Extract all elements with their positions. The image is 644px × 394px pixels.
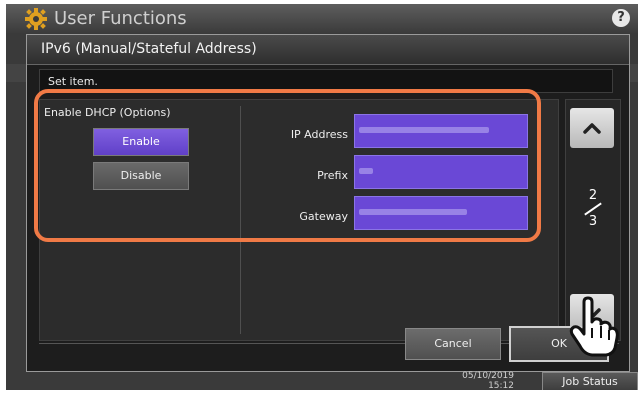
instruction-bar: Set item. bbox=[39, 69, 613, 93]
touch-screen: User Functions ? IPv6 (Manual/Stateful A… bbox=[6, 4, 638, 390]
job-status-button[interactable]: Job Status bbox=[542, 372, 638, 390]
total-pages: 3 bbox=[588, 214, 598, 229]
help-icon[interactable]: ? bbox=[612, 9, 630, 27]
gateway-value bbox=[359, 209, 467, 215]
chevron-up-icon bbox=[583, 123, 601, 134]
settings-panel: Enable DHCP (Options) Enable Disable IP … bbox=[39, 99, 559, 341]
prefix-label: Prefix bbox=[317, 169, 348, 182]
disable-button[interactable]: Disable bbox=[93, 162, 189, 190]
prefix-value bbox=[359, 168, 373, 174]
status-datetime: 05/10/2019 15:12 bbox=[454, 371, 514, 390]
ip-address-label: IP Address bbox=[290, 128, 348, 141]
ipv6-dialog: IPv6 (Manual/Stateful Address) Set item.… bbox=[26, 34, 630, 372]
page-up-button[interactable] bbox=[570, 108, 614, 148]
current-page: 2 bbox=[588, 188, 598, 203]
gateway-label: Gateway bbox=[299, 210, 348, 223]
gear-icon bbox=[25, 8, 47, 30]
cancel-button[interactable]: Cancel bbox=[405, 328, 501, 360]
prefix-field[interactable] bbox=[354, 155, 528, 189]
status-time: 15:12 bbox=[488, 381, 514, 390]
enable-button[interactable]: Enable bbox=[93, 128, 189, 156]
dialog-title: IPv6 (Manual/Stateful Address) bbox=[41, 41, 257, 57]
app-title-bar: User Functions ? bbox=[6, 4, 638, 34]
gateway-field[interactable] bbox=[354, 196, 528, 230]
ip-address-field[interactable] bbox=[354, 114, 528, 148]
ip-address-value bbox=[359, 127, 489, 133]
background-tab-left bbox=[6, 64, 26, 82]
instruction-text: Set item. bbox=[48, 75, 98, 88]
dialog-title-bar: IPv6 (Manual/Stateful Address) bbox=[27, 35, 629, 65]
background-tab-right bbox=[630, 64, 638, 82]
hand-pointer-icon bbox=[569, 296, 619, 357]
dhcp-options-label: Enable DHCP (Options) bbox=[44, 106, 171, 119]
status-date: 05/10/2019 bbox=[462, 371, 514, 381]
app-title: User Functions bbox=[54, 8, 187, 29]
